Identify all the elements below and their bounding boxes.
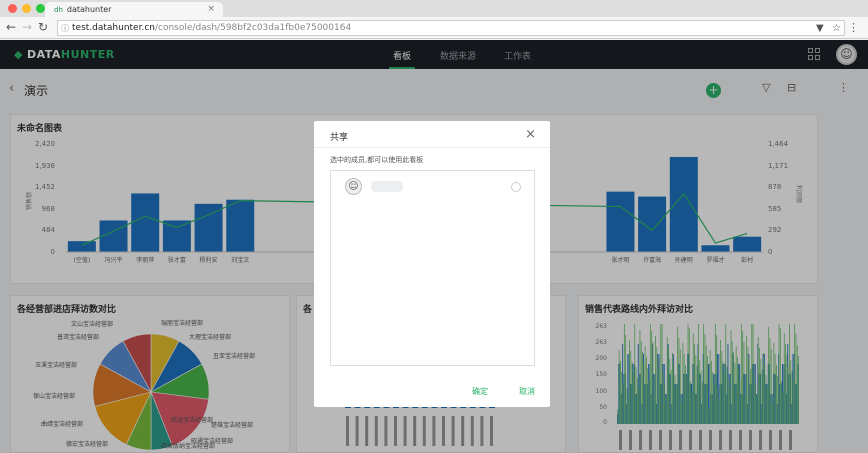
member-list: ☺ — [330, 170, 535, 366]
bookmark-star-icon[interactable]: ☆ — [832, 23, 841, 34]
address-bar: ← → ↻ ⓘ test.datahunter.cn/console/dash/… — [0, 17, 868, 39]
tab-close-icon[interactable]: × — [207, 4, 215, 14]
member-name-redacted — [371, 181, 403, 192]
forward-button[interactable]: → — [22, 20, 32, 34]
browser-menu-icon[interactable]: ⋮ — [848, 21, 859, 34]
maximize-window-button[interactable] — [36, 4, 45, 13]
browser-tab[interactable]: dh datahunter × — [45, 2, 223, 17]
url-host: test.datahunter.cn — [72, 23, 155, 33]
dialog-title: 共享 — [330, 133, 349, 143]
member-row[interactable]: ☺ — [345, 178, 521, 196]
url-path: /console/dash/598bf2c03da1fb0e75000164 — [154, 23, 352, 33]
confirm-button[interactable]: 确定 — [472, 386, 488, 397]
divider — [314, 147, 550, 148]
dialog-hint: 选中的成员,都可以使用此看板 — [330, 156, 424, 164]
member-avatar: ☺ — [345, 178, 362, 195]
minimize-window-button[interactable] — [22, 4, 31, 13]
member-select-radio[interactable] — [511, 182, 521, 192]
reload-button[interactable]: ↻ — [38, 20, 48, 34]
window-controls — [8, 4, 45, 13]
share-dialog: 共享 × 选中的成员,都可以使用此看板 ☺ 确定 取消 — [314, 121, 550, 407]
tab-title: datahunter — [66, 5, 112, 14]
cancel-button[interactable]: 取消 — [519, 386, 535, 397]
browser-tab-bar: dh datahunter × — [0, 0, 868, 17]
info-icon[interactable]: ⓘ — [61, 23, 69, 34]
extension-icon[interactable]: ▼ — [816, 23, 824, 34]
favicon-icon: dh — [54, 6, 63, 14]
close-window-button[interactable] — [8, 4, 17, 13]
url-input[interactable]: ⓘ test.datahunter.cn/console/dash/598bf2… — [57, 20, 845, 36]
back-button[interactable]: ← — [6, 20, 16, 34]
close-icon[interactable]: × — [525, 127, 536, 142]
